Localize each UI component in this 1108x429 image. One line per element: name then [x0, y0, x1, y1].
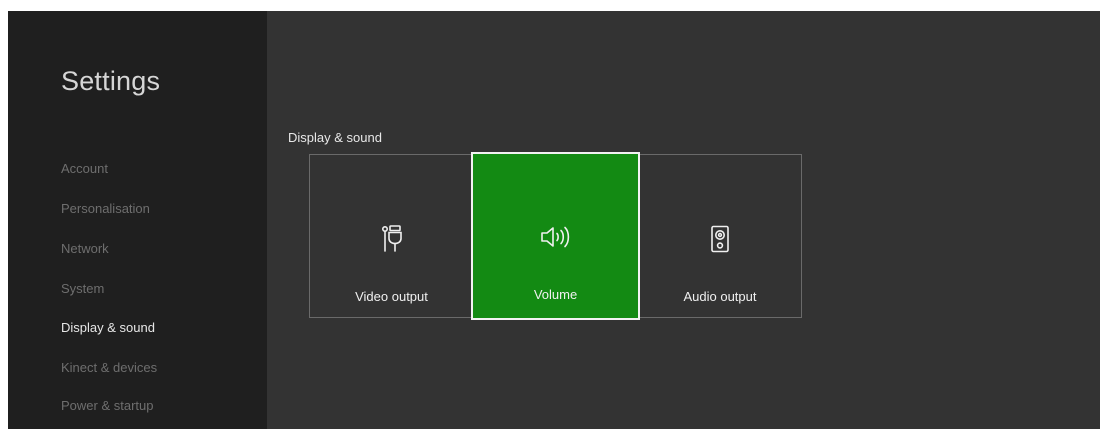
page-title: Settings	[61, 66, 161, 96]
section-title: Display & sound	[288, 130, 382, 145]
speaker-volume-icon	[540, 226, 569, 248]
sidebar-item-system[interactable]: System	[61, 281, 104, 296]
sidebar: Settings Account Personalisation Network…	[8, 11, 267, 429]
sidebar-item-personalisation[interactable]: Personalisation	[61, 201, 150, 216]
sidebar-item-display-sound[interactable]: Display & sound	[61, 320, 155, 335]
sidebar-item-power-startup[interactable]: Power & startup	[61, 398, 154, 413]
audio-output-tile[interactable]: Audio output	[639, 154, 802, 318]
sidebar-item-network[interactable]: Network	[61, 241, 109, 256]
volume-tile[interactable]: Volume	[471, 152, 640, 320]
sidebar-item-kinect-devices[interactable]: Kinect & devices	[61, 360, 157, 375]
settings-screen: Settings Account Personalisation Network…	[8, 11, 1100, 429]
video-output-label: Video output	[355, 289, 428, 304]
video-output-tile[interactable]: Video output	[309, 154, 473, 318]
sidebar-item-account[interactable]: Account	[61, 161, 108, 176]
video-connector-icon	[381, 225, 402, 252]
audio-output-label: Audio output	[683, 289, 757, 304]
speaker-box-icon	[711, 225, 729, 253]
volume-label: Volume	[533, 287, 578, 302]
